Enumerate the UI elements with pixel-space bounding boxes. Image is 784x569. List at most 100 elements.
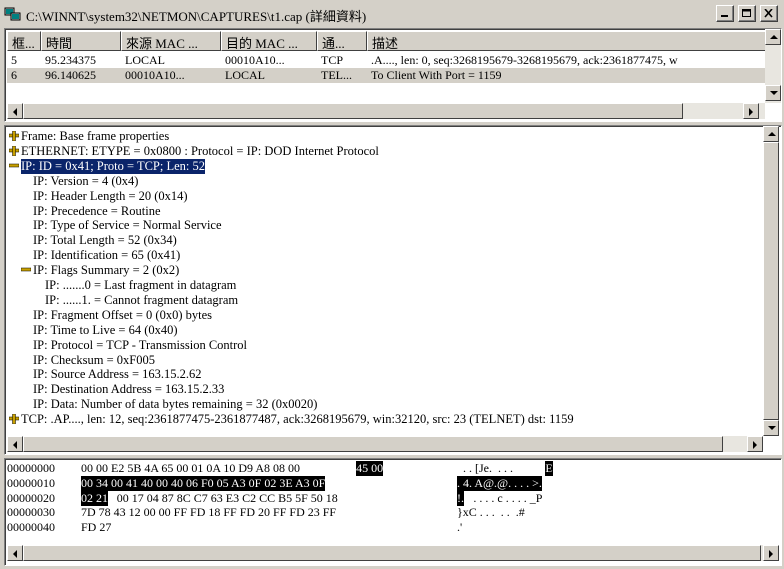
detail-line[interactable]: IP: Time to Live = 64 (0x40) <box>33 323 178 338</box>
maximize-icon <box>742 9 751 17</box>
hex-dump-pane: 00000000 00 00 E2 5B 4A 65 00 01 0A 10 D9… <box>4 458 782 566</box>
arrow-down-icon <box>770 91 778 95</box>
hex-row[interactable]: 00000010 00 34 00 41 40 00 40 06 F0 05 A3… <box>7 475 767 491</box>
hex-offset: 00000020 <box>7 490 55 505</box>
detail-line[interactable]: IP: Total Length = 52 (0x34) <box>33 233 177 248</box>
frame-row[interactable]: 5 95.234375 LOCAL 00010A10... TCP .A....… <box>7 53 765 68</box>
scroll-thumb[interactable] <box>23 103 683 119</box>
column-header-description[interactable]: 描述 <box>367 31 767 51</box>
detail-line[interactable]: IP: Destination Address = 163.15.2.33 <box>33 382 224 397</box>
scroll-thumb[interactable] <box>23 545 761 561</box>
hex-bytes: 7D 78 43 12 00 00 FF FD 18 FF FD 20 FF F… <box>81 505 337 520</box>
hex-ascii: . <box>550 461 554 475</box>
hex-bytes-highlighted: 02 21 <box>81 490 108 506</box>
expand-plus-icon[interactable] <box>9 414 19 425</box>
scroll-thumb[interactable] <box>23 436 723 452</box>
hex-bytes-highlighted: 45 00 <box>356 461 384 476</box>
detail-line[interactable]: TCP: .AP...., len: 12, seq:2361877475-23… <box>21 412 574 427</box>
scroll-left-button[interactable] <box>7 436 23 452</box>
scroll-up-button[interactable] <box>765 29 781 45</box>
hex-offset: 00000000 <box>7 461 55 475</box>
detail-line[interactable]: IP: Type of Service = Normal Service <box>33 218 222 233</box>
detail-line[interactable]: ETHERNET: ETYPE = 0x0800 : Protocol = IP… <box>21 144 379 159</box>
hex-offset: 00000040 <box>7 520 55 535</box>
detail-line[interactable]: IP: Flags Summary = 2 (0x2) <box>33 263 179 278</box>
detail-line[interactable]: IP: Checksum = 0xF005 <box>33 353 155 368</box>
frame-number: 5 <box>11 53 17 67</box>
frame-description: To Client With Port = 1159 <box>371 68 502 82</box>
scroll-right-button[interactable] <box>743 103 759 119</box>
network-monitor-icon <box>4 7 21 21</box>
column-header-src-mac[interactable]: 來源 MAC ... <box>121 31 221 51</box>
hex-row[interactable]: 00000020 02 21 00 17 04 87 8C C7 63 E3 C2… <box>7 490 767 506</box>
summary-horizontal-scrollbar[interactable] <box>7 103 765 119</box>
frame-description: .A...., len: 0, seq:3268195679-326819567… <box>371 53 678 67</box>
arrow-down-icon <box>768 426 776 430</box>
hex-ascii-highlighted: !. <box>457 490 464 506</box>
frame-summary-pane: 框... 時間 來源 MAC ... 目的 MAC ... 通... 描述 5 … <box>4 28 782 122</box>
frame-protocol: TCP <box>321 53 344 67</box>
close-icon <box>764 9 773 18</box>
minimize-icon <box>721 15 728 17</box>
column-header-time[interactable]: 時間 <box>41 31 121 51</box>
scroll-thumb[interactable] <box>763 142 779 420</box>
hex-bytes: FD 27 <box>81 520 112 535</box>
frame-dst-mac: 00010A10... <box>225 53 285 67</box>
detail-line[interactable]: IP: Source Address = 163.15.2.62 <box>33 367 202 382</box>
collapse-minus-icon[interactable] <box>21 265 31 275</box>
hex-ascii: .' <box>457 520 463 535</box>
hex-bytes-highlighted: 00 34 00 41 40 00 40 06 F0 05 A3 0F 02 3… <box>81 475 326 491</box>
frame-src-mac: LOCAL <box>125 53 165 67</box>
column-header-row: 框... 時間 來源 MAC ... 目的 MAC ... 通... 描述 <box>7 31 767 51</box>
detail-line[interactable]: IP: Header Length = 20 (0x14) <box>33 189 188 204</box>
frame-row-selected[interactable]: 6 96.140625 00010A10... LOCAL TEL... To … <box>7 68 765 83</box>
detail-horizontal-scrollbar[interactable] <box>7 436 763 452</box>
summary-vertical-scrollbar[interactable] <box>765 29 781 103</box>
maximize-button[interactable] <box>738 5 756 22</box>
detail-line[interactable]: IP: Precedence = Routine <box>33 204 161 219</box>
detail-line[interactable]: IP: Data: Number of data bytes remaining… <box>33 397 317 412</box>
minimize-button[interactable] <box>716 5 734 22</box>
arrow-right-icon <box>753 441 757 449</box>
column-header-dst-mac[interactable]: 目的 MAC ... <box>221 31 317 51</box>
hex-offset: 00000010 <box>7 475 55 490</box>
hex-ascii: }xC . . . . . .# <box>457 505 525 520</box>
netmon-window: C:\WINNT\system32\NETMON\CAPTURES\t1.cap… <box>0 0 784 569</box>
detail-line[interactable]: IP: Fragment Offset = 0 (0x0) bytes <box>33 308 212 323</box>
hex-row[interactable]: 00000000 00 00 E2 5B 4A 65 00 01 0A 10 D9… <box>7 461 767 476</box>
scroll-down-button[interactable] <box>765 85 781 101</box>
hex-bytes: 00 00 E2 5B 4A 65 00 01 0A 10 D9 A8 08 0… <box>81 461 304 475</box>
detail-line[interactable]: Frame: Base frame properties <box>21 129 169 144</box>
close-button[interactable] <box>760 5 778 22</box>
column-header-frame[interactable]: 框... <box>7 31 41 51</box>
detail-line[interactable]: IP: Identification = 65 (0x41) <box>33 248 180 263</box>
hex-row[interactable]: 00000040 FD 27 .' <box>7 520 767 535</box>
arrow-left-icon <box>13 441 17 449</box>
expand-plus-icon[interactable] <box>9 145 19 156</box>
arrow-left-icon <box>13 108 17 116</box>
column-header-protocol[interactable]: 通... <box>317 31 367 51</box>
arrow-up-icon <box>770 35 778 39</box>
frame-number: 6 <box>11 68 17 82</box>
detail-line-selected[interactable]: IP: ID = 0x41; Proto = TCP; Len: 52 <box>19 157 207 175</box>
detail-vertical-scrollbar[interactable] <box>763 126 779 436</box>
scroll-right-button[interactable] <box>747 436 763 452</box>
title-bar: C:\WINNT\system32\NETMON\CAPTURES\t1.cap… <box>0 0 784 28</box>
expand-plus-icon[interactable] <box>9 131 19 141</box>
detail-line[interactable]: IP: Version = 4 (0x4) <box>33 174 138 189</box>
scroll-right-button[interactable] <box>763 545 779 561</box>
hex-ascii-highlighted: . 4. A@.@. . . . >. <box>457 475 542 491</box>
hex-row[interactable]: 00000030 7D 78 43 12 00 00 FF FD 18 FF FD… <box>7 505 767 520</box>
detail-line[interactable]: IP: .......0 = Last fragment in datagram <box>45 278 236 293</box>
scroll-up-button[interactable] <box>763 126 779 142</box>
hex-horizontal-scrollbar[interactable] <box>7 545 779 561</box>
scroll-down-button[interactable] <box>763 420 779 436</box>
detail-line[interactable]: IP: Protocol = TCP - Transmission Contro… <box>33 338 247 353</box>
frame-time: 95.234375 <box>45 53 96 67</box>
arrow-left-icon <box>13 550 17 558</box>
scroll-left-button[interactable] <box>7 103 23 119</box>
scroll-left-button[interactable] <box>7 545 23 561</box>
detail-line[interactable]: IP: ......1. = Cannot fragment datagram <box>45 293 238 308</box>
collapse-minus-icon[interactable] <box>9 161 19 171</box>
arrow-up-icon <box>768 132 776 136</box>
